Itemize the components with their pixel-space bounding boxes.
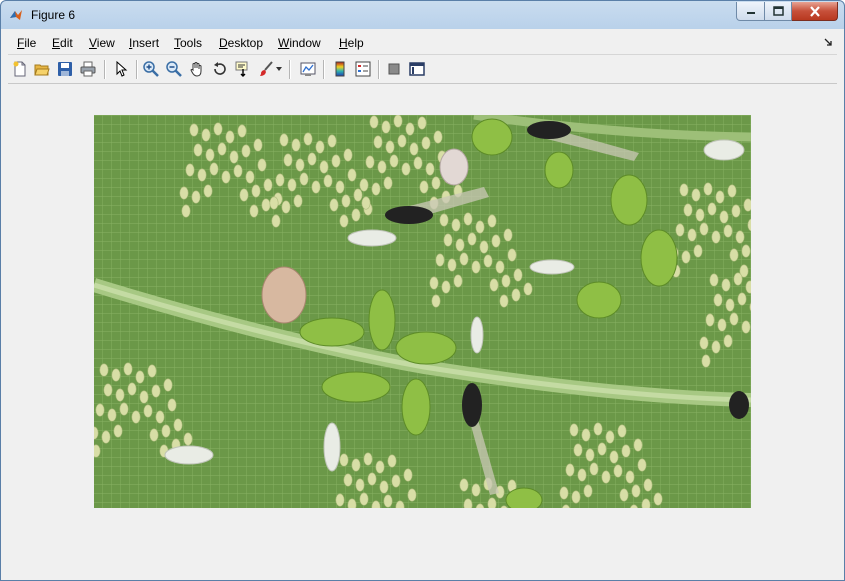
link-plot-icon xyxy=(300,62,316,76)
close-button[interactable] xyxy=(792,2,838,21)
rotate-3d-icon xyxy=(214,62,226,75)
image-axes[interactable] xyxy=(94,115,751,508)
new-figure-button[interactable] xyxy=(10,59,30,79)
matlab-logo-icon xyxy=(10,10,22,20)
print-figure-button[interactable] xyxy=(78,59,98,79)
minimize-icon xyxy=(746,12,755,14)
brush-button[interactable] xyxy=(256,59,276,79)
new-figure-icon xyxy=(13,61,26,77)
zoom-in-button[interactable] xyxy=(141,59,161,79)
insert-legend-button[interactable] xyxy=(353,59,373,79)
edit-plot-button[interactable] xyxy=(111,59,131,79)
data-cursor-button[interactable] xyxy=(233,59,253,79)
open-file-icon xyxy=(34,64,50,76)
maximize-icon xyxy=(772,6,784,16)
show-plot-tools-icon xyxy=(409,62,425,76)
window-title: Figure 6 xyxy=(31,8,76,22)
rotate-3d-button[interactable] xyxy=(210,59,230,79)
menu-edit[interactable]: Edit xyxy=(52,36,73,50)
insert-colorbar-button[interactable] xyxy=(330,59,350,79)
hide-plot-tools-icon xyxy=(388,63,400,75)
pan-hand-icon xyxy=(190,62,202,77)
print-figure-icon xyxy=(80,61,96,77)
menu-desktop[interactable]: Desktop xyxy=(219,36,263,50)
menu-help[interactable]: Help xyxy=(339,36,364,50)
menu-tools[interactable]: Tools xyxy=(174,36,202,50)
figure-canvas xyxy=(8,84,837,574)
link-plot-button[interactable] xyxy=(298,59,318,79)
figure-window: Figure 6 File Edit View Insert Tools Des… xyxy=(0,0,845,581)
edit-plot-arrow-icon xyxy=(116,61,128,77)
open-file-button[interactable] xyxy=(32,59,52,79)
brush-icon xyxy=(260,61,273,76)
menu-window[interactable]: Window xyxy=(278,36,321,50)
save-figure-button[interactable] xyxy=(55,59,75,79)
title-bar[interactable]: Figure 6 xyxy=(1,1,844,29)
dock-figure-icon[interactable] xyxy=(823,37,833,47)
show-plot-tools-button[interactable] xyxy=(407,59,427,79)
menu-view[interactable]: View xyxy=(89,36,115,50)
zoom-out-icon xyxy=(166,61,182,77)
pan-button[interactable] xyxy=(187,59,207,79)
menu-file[interactable]: File xyxy=(17,36,36,50)
insert-legend-icon xyxy=(355,61,371,77)
menu-bar: File Edit View Insert Tools Desktop Wind… xyxy=(8,31,837,55)
data-cursor-icon xyxy=(235,61,248,77)
save-figure-icon xyxy=(58,62,72,76)
brush-dropdown-icon xyxy=(276,67,282,71)
zoom-out-button[interactable] xyxy=(164,59,184,79)
insert-colorbar-icon xyxy=(335,61,345,77)
scale-insect xyxy=(261,266,307,324)
figure-toolbar xyxy=(8,55,837,84)
minimize-button[interactable] xyxy=(736,2,765,21)
brush-dropdown-button[interactable] xyxy=(274,59,284,79)
menu-insert[interactable]: Insert xyxy=(129,36,159,50)
scale-insect xyxy=(439,148,469,186)
hide-plot-tools-button[interactable] xyxy=(384,59,404,79)
close-icon xyxy=(809,5,820,17)
maximize-button[interactable] xyxy=(765,2,792,21)
zoom-in-icon xyxy=(143,61,159,77)
